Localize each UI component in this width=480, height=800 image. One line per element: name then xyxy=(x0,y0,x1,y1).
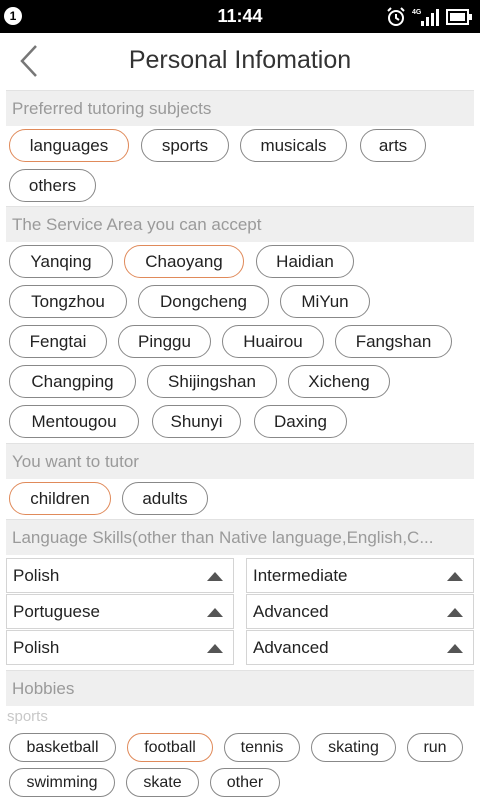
area-chip-xicheng[interactable]: Xicheng xyxy=(288,365,390,398)
language-value: Portuguese xyxy=(13,602,100,621)
area-chip-shijingshan[interactable]: Shijingshan xyxy=(147,365,277,398)
signal-icon: 4G xyxy=(412,9,439,26)
level-value: Intermediate xyxy=(253,566,348,585)
tutor-chip-children[interactable]: children xyxy=(9,482,111,515)
area-chip-chaoyang[interactable]: Chaoyang xyxy=(124,245,244,278)
page-title: Personal Infomation xyxy=(128,46,352,74)
battery-icon xyxy=(446,9,472,25)
area-chip-dongcheng[interactable]: Dongcheng xyxy=(138,285,269,318)
area-chip-mentougou[interactable]: Mentougou xyxy=(9,405,139,438)
language-value: Polish xyxy=(13,638,60,657)
subject-chip-musicals[interactable]: musicals xyxy=(240,129,347,162)
area-chip-tongzhou[interactable]: Tongzhou xyxy=(9,285,127,318)
area-chip-pinggu[interactable]: Pinggu xyxy=(118,325,211,358)
hobby-chip-other[interactable]: other xyxy=(210,768,280,797)
dropdown-up-icon xyxy=(447,608,463,617)
area-chip-yanqing[interactable]: Yanqing xyxy=(9,245,113,278)
area-chip-daxing[interactable]: Daxing xyxy=(254,405,347,438)
level-select[interactable]: Advanced xyxy=(246,630,474,665)
area-chip-changping[interactable]: Changping xyxy=(9,365,136,398)
language-value: Polish xyxy=(13,566,60,585)
dropdown-up-icon xyxy=(447,644,463,653)
section-subjects: Preferred tutoring subjects xyxy=(6,90,474,126)
dropdown-up-icon xyxy=(207,572,223,581)
section-service-area: The Service Area you can accept xyxy=(6,206,474,242)
section-tutor: You want to tutor xyxy=(6,443,474,479)
area-chip-haidian[interactable]: Haidian xyxy=(256,245,354,278)
subject-chip-languages[interactable]: languages xyxy=(9,129,129,162)
language-select[interactable]: Portuguese xyxy=(6,594,234,629)
area-chip-fangshan[interactable]: Fangshan xyxy=(335,325,452,358)
level-value: Advanced xyxy=(253,638,329,657)
level-select[interactable]: Intermediate xyxy=(246,558,474,593)
svg-text:4G: 4G xyxy=(412,9,422,16)
level-select[interactable]: Advanced xyxy=(246,594,474,629)
alarm-icon xyxy=(387,7,405,26)
subject-chip-others[interactable]: others xyxy=(9,169,96,202)
hobby-chip-run[interactable]: run xyxy=(407,733,463,762)
section-language-skills: Language Skills(other than Native langua… xyxy=(6,519,474,555)
dropdown-up-icon xyxy=(447,572,463,581)
subject-chip-sports[interactable]: sports xyxy=(141,129,229,162)
section-hobbies: Hobbies xyxy=(6,670,474,706)
subject-chip-arts[interactable]: arts xyxy=(360,129,426,162)
language-select[interactable]: Polish xyxy=(6,558,234,593)
tutor-chip-adults[interactable]: adults xyxy=(122,482,208,515)
status-bar: 1 11:44 4G xyxy=(0,0,480,33)
level-value: Advanced xyxy=(253,602,329,621)
hobby-chip-tennis[interactable]: tennis xyxy=(224,733,300,762)
hobby-chip-football[interactable]: football xyxy=(127,733,213,762)
header: Personal Infomation xyxy=(0,33,480,89)
dropdown-up-icon xyxy=(207,644,223,653)
hobby-category-label: sports xyxy=(7,708,48,725)
hobby-chip-skate[interactable]: skate xyxy=(126,768,199,797)
hobby-chip-skating[interactable]: skating xyxy=(311,733,396,762)
area-chip-miyun[interactable]: MiYun xyxy=(280,285,370,318)
area-chip-shunyi[interactable]: Shunyi xyxy=(152,405,241,438)
area-chip-fengtai[interactable]: Fengtai xyxy=(9,325,107,358)
language-select[interactable]: Polish xyxy=(6,630,234,665)
hobby-chip-swimming[interactable]: swimming xyxy=(9,768,115,797)
hobby-chip-basketball[interactable]: basketball xyxy=(9,733,116,762)
dropdown-up-icon xyxy=(207,608,223,617)
area-chip-huairou[interactable]: Huairou xyxy=(222,325,324,358)
